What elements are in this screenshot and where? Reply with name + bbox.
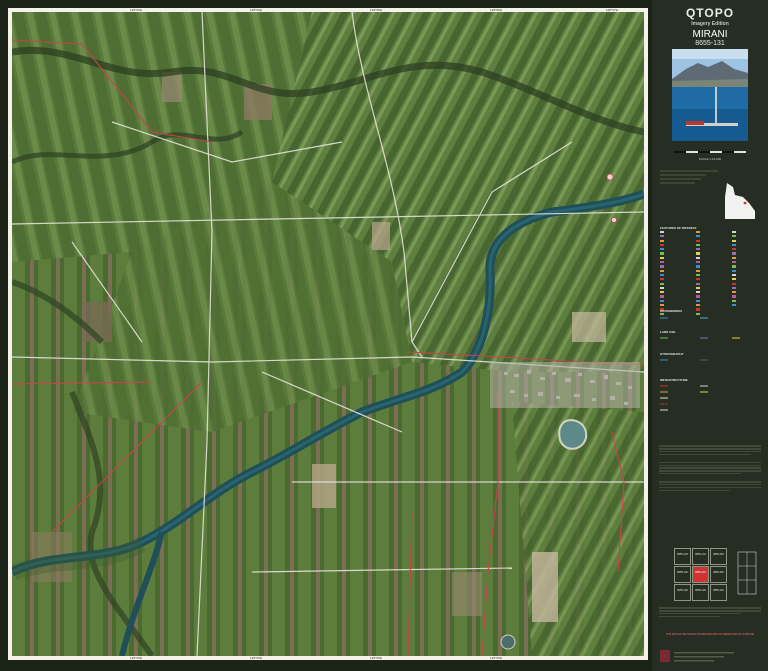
grid-tick-label: 148°55'E — [370, 656, 383, 660]
map-info-panel: QTOPO Imagery Edition MIRANI 8655-131 SC… — [652, 0, 768, 671]
qtopo-brand: QTOPO — [685, 6, 735, 20]
adjoining-sheets-index: 8655-133 8655-134 8655-243 8655-132 8655… — [674, 548, 728, 602]
index-sheet-current: 8655-131 — [692, 566, 709, 583]
queensland-locator-map — [725, 183, 755, 219]
grid-tick-label: 148°54'E — [250, 656, 263, 660]
copyright-notes — [659, 606, 761, 630]
grid-tick-label: 148°56'E — [490, 656, 503, 660]
scale-bar — [674, 151, 746, 153]
index-sheet: 8655-241 — [710, 584, 727, 601]
legend-waterbodies-title: WATERBODIES — [660, 309, 683, 313]
grid-tick-label: 148°53'E — [130, 656, 143, 660]
index-sheet: 8655-134 — [692, 548, 709, 565]
index-sheet: 8655-129 — [692, 584, 709, 601]
projection-notes — [660, 168, 718, 192]
index-sheet: 8655-132 — [674, 566, 691, 583]
index-sheet: 8655-242 — [710, 566, 727, 583]
grid-tick-label: 148°54'E — [250, 8, 263, 12]
grid-tick-label: 148°55'E — [370, 8, 383, 12]
government-logo-block — [660, 648, 760, 666]
legend-features-title: FEATURES OF INTEREST — [660, 226, 697, 230]
cover-photo — [672, 49, 748, 141]
index-sheet: 8655-243 — [710, 548, 727, 565]
legend-column: ​​ ​​ ​​ ​​ ​​ ​​ ​​ ​​ ​​ ​​ — [696, 231, 702, 317]
grid-tick-label: 148°56'E — [490, 8, 503, 12]
legend-column: ​​ ​​ ​​ ​​ ​​ ​​ ​​ ​​ ​​ ​​ — [660, 231, 666, 317]
town-mirani — [490, 362, 640, 408]
sheet-number: 8655-131 — [695, 40, 725, 47]
map-frame: 148°53'E 148°54'E 148°55'E 148°56'E 148°… — [8, 8, 648, 660]
aerial-imagery-map[interactable] — [12, 12, 644, 656]
index-sheet: 8655-133 — [674, 548, 691, 565]
water-body — [558, 419, 588, 450]
folding-guide-icon — [737, 551, 757, 595]
sheet-name: MIRANI — [692, 29, 728, 40]
imagery-canvas — [12, 12, 644, 656]
legend-column: ​​ ​​ ​​ ​​ ​​ ​​ ​​ ​​ ​​ — [732, 231, 738, 308]
index-sheet: 8655-130 — [674, 584, 691, 601]
legend-line-samples — [660, 317, 740, 411]
edition-label: Imagery Edition — [691, 21, 729, 27]
grid-tick-label: 148°53'E — [130, 8, 143, 12]
scale-label: SCALE 1:15,000 — [698, 157, 722, 161]
reproduction-notice: THIS MAP MAY BE PRINTED OR REPRODUCED OR… — [665, 634, 755, 636]
grid-tick-label: 148°57'E — [606, 8, 619, 12]
map-notes-text — [659, 444, 761, 534]
